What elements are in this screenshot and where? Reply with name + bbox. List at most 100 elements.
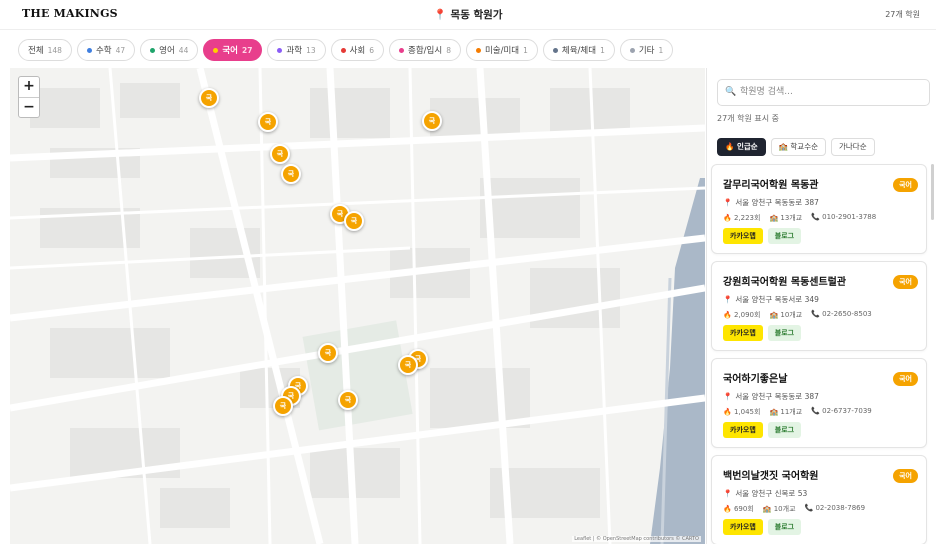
phone-stat[interactable]: 📞 02-6737-7039 [811, 407, 872, 417]
category-label: 기타 [638, 46, 655, 56]
academy-name[interactable]: 갈무리국어학원 목동관 [723, 176, 818, 191]
map-marker[interactable]: 국 [270, 144, 290, 164]
sort-label: 인급순 [736, 142, 758, 151]
address-text: 서울 양천구 목동동로 387 [735, 198, 819, 207]
map-marker[interactable]: 국 [338, 390, 358, 410]
phone-number[interactable]: 02-6737-7039 [822, 407, 872, 415]
reviews-count: 2,223회 [733, 214, 761, 222]
category-label: 체육/체대 [561, 46, 597, 56]
reviews-stat: 🔥 2,223회 [723, 213, 760, 223]
schools-count: 13개교 [780, 214, 803, 222]
map-marker[interactable]: 국 [398, 355, 418, 375]
category-chip[interactable]: 영어 44 [140, 39, 199, 61]
location-pin-icon: 📍 [723, 489, 733, 498]
category-dot-icon [552, 47, 558, 53]
map-attribution[interactable]: Leaflet | © OpenStreetMap contributors ©… [572, 536, 701, 542]
school-icon: 🏫 [769, 214, 781, 222]
reviews-stat: 🔥 1,045회 [723, 407, 760, 417]
blog-button[interactable]: 블로그 [767, 228, 802, 244]
kakao-map-button[interactable]: 카카오맵 [723, 422, 763, 438]
category-dot-icon [213, 47, 219, 53]
academy-name[interactable]: 강원희국어학원 목동센트럴관 [723, 273, 846, 288]
phone-number[interactable]: 010-2901-3788 [822, 213, 876, 221]
kakao-map-button[interactable]: 카카오맵 [723, 325, 763, 341]
academy-card[interactable]: 국어하기좋은날 국어 📍 서울 양천구 목동동로 387 🔥 1,045회 🏫 11개교 📞… [711, 358, 927, 448]
blog-button[interactable]: 블로그 [767, 519, 802, 535]
map-marker[interactable]: 국 [258, 112, 278, 132]
academy-card[interactable]: 갈무리국어학원 목동관 국어 📍 서울 양천구 목동동로 387 🔥 2,223회 🏫 1… [711, 164, 927, 254]
category-chip[interactable]: 미술/미대 1 [465, 39, 538, 61]
academy-name[interactable]: 백번의날갯짓 국어학원 [723, 467, 818, 482]
map-marker[interactable]: 국 [422, 111, 442, 131]
subject-badge: 국어 [893, 469, 918, 483]
category-chip[interactable]: 과학 13 [267, 39, 326, 61]
academy-address: 📍 서울 양천구 목동서로 349 [723, 294, 819, 305]
blog-button[interactable]: 블로그 [767, 422, 802, 438]
map-marker[interactable]: 국 [318, 343, 338, 363]
school-icon: 🏫 [769, 408, 781, 416]
category-count: 1 [658, 45, 664, 55]
zoom-in-button[interactable]: + [19, 77, 39, 97]
category-chip[interactable]: 체육/체대 1 [542, 39, 615, 61]
category-count: 27 [241, 45, 253, 55]
category-chip[interactable]: 전체 148 [18, 39, 72, 61]
academy-card[interactable]: 강원희국어학원 목동센트럴관 국어 📍 서울 양천구 목동서로 349 🔥 2,090회… [711, 261, 927, 351]
category-chip[interactable]: 기타 1 [619, 39, 674, 61]
phone-stat[interactable]: 📞 010-2901-3788 [811, 213, 876, 223]
fire-icon: 🔥 [723, 505, 734, 513]
search-icon: 🔍 [725, 87, 737, 97]
category-count: 1 [600, 45, 605, 55]
category-label: 미술/미대 [484, 46, 520, 56]
schools-count: 11개교 [780, 408, 803, 416]
academy-card[interactable]: 백번의날갯짓 국어학원 국어 📍 서울 양천구 신목로 53 🔥 690회 🏫 10개교 📞… [711, 455, 927, 544]
zoom-out-button[interactable]: − [19, 97, 39, 117]
reviews-count: 690회 [733, 505, 754, 513]
sort-label: 가나다순 [839, 142, 867, 151]
address-text: 서울 양천구 목동동로 387 [735, 392, 819, 401]
category-chip[interactable]: 수학 47 [76, 39, 136, 61]
sidebar: 🔍 학원명 검색... 27개 학원 표시 중 🔥 인급순 🏫 학교수순 가나다순 … [706, 68, 936, 544]
category-label: 사회 [349, 46, 366, 56]
category-chip[interactable]: 사회 6 [330, 39, 385, 61]
map-marker[interactable]: 국 [199, 88, 219, 108]
phone-number[interactable]: 02-2650-8503 [822, 310, 872, 318]
schools-stat: 🏫 10개교 [763, 504, 796, 514]
sort-button[interactable]: 🔥 인급순 [717, 138, 766, 156]
map-marker[interactable]: 국 [273, 396, 293, 416]
kakao-map-button[interactable]: 카카오맵 [723, 519, 763, 535]
category-label: 과학 [286, 46, 303, 56]
category-chip[interactable]: 종합/입시 8 [389, 39, 461, 61]
search-placeholder: 학원명 검색... [740, 87, 793, 97]
subject-badge: 국어 [893, 178, 918, 192]
search-input[interactable]: 🔍 학원명 검색... [717, 79, 930, 106]
category-label: 종합/입시 [408, 46, 443, 56]
map-marker[interactable]: 국 [281, 164, 301, 184]
fire-icon: 🔥 [725, 142, 737, 151]
phone-icon: 📞 [811, 213, 823, 221]
sort-button[interactable]: 가나다순 [831, 138, 875, 156]
list-scrollbar[interactable] [931, 164, 934, 220]
kakao-map-button[interactable]: 카카오맵 [723, 228, 763, 244]
reviews-stat: 🔥 690회 [723, 504, 754, 514]
card-actions: 카카오맵 블로그 [723, 325, 802, 341]
card-actions: 카카오맵 블로그 [723, 519, 802, 535]
map-view[interactable]: + − 국국국국국국국국국국국국국국 Leaflet | © OpenStree… [10, 68, 705, 544]
subject-badge: 국어 [893, 372, 918, 386]
blog-button[interactable]: 블로그 [767, 325, 802, 341]
phone-stat[interactable]: 📞 02-2038-7869 [805, 504, 866, 514]
phone-stat[interactable]: 📞 02-2650-8503 [811, 310, 872, 320]
category-count: 13 [306, 45, 316, 55]
location-pin-icon: 📍 [723, 392, 733, 401]
sort-button[interactable]: 🏫 학교수순 [770, 138, 826, 156]
academy-meta: 🔥 1,045회 🏫 11개교 📞 02-6737-7039 [723, 407, 872, 417]
phone-icon: 📞 [811, 407, 823, 415]
category-chip[interactable]: 국어 27 [203, 39, 263, 61]
map-marker[interactable]: 국 [344, 211, 364, 231]
phone-number[interactable]: 02-2038-7869 [815, 504, 865, 512]
academy-name[interactable]: 국어하기좋은날 [723, 370, 787, 385]
school-icon: 🏫 [778, 142, 791, 151]
sort-label: 학교수순 [790, 142, 818, 151]
category-dot-icon [399, 47, 405, 53]
fire-icon: 🔥 [723, 311, 734, 319]
reviews-count: 2,090회 [733, 311, 761, 319]
